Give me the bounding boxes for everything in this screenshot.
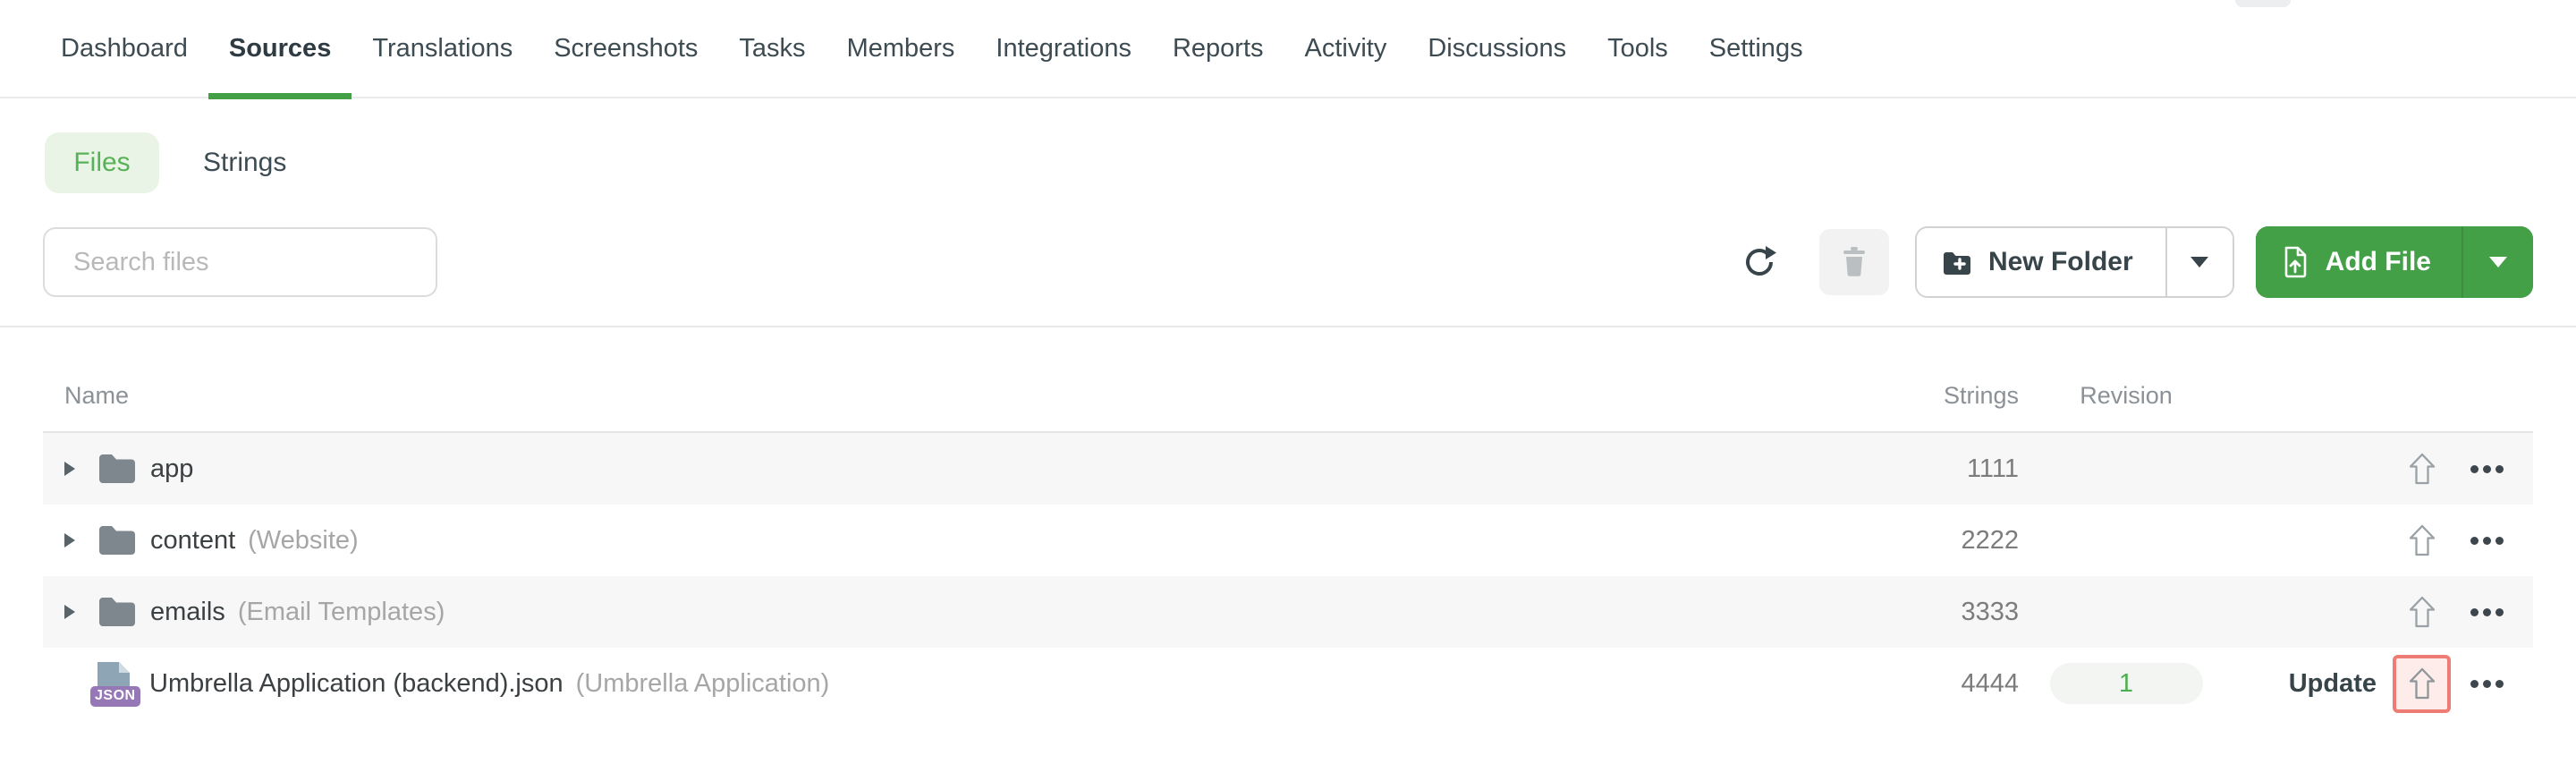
nav-item-dashboard[interactable]: Dashboard <box>61 0 188 98</box>
row-menu-button[interactable] <box>2463 664 2510 703</box>
project-nav: Dashboard Sources Translations Screensho… <box>0 0 2576 99</box>
nav-item-screenshots[interactable]: Screenshots <box>554 0 698 98</box>
row-menu-button[interactable] <box>2463 592 2510 632</box>
strings-count: 3333 <box>1961 597 2019 626</box>
nav-item-tools[interactable]: Tools <box>1607 0 1668 98</box>
upload-icon <box>2409 667 2436 700</box>
upload-icon <box>2409 453 2436 485</box>
table-header-row: Name Strings Revision <box>43 327 2533 433</box>
ellipsis-icon <box>2470 607 2479 616</box>
refresh-button[interactable] <box>1741 242 1780 282</box>
json-badge: JSON <box>90 686 140 707</box>
new-folder-dropdown-button[interactable] <box>2165 228 2233 296</box>
upload-icon <box>2409 596 2436 628</box>
ellipsis-icon <box>2470 536 2479 545</box>
new-folder-label: New Folder <box>1987 247 2133 276</box>
revision-badge: 1 <box>2049 663 2203 704</box>
add-file-button[interactable]: Add File <box>2255 226 2462 298</box>
highlight-box <box>2393 654 2451 713</box>
ellipsis-icon <box>2470 679 2479 688</box>
header-strings: Strings <box>1943 382 2019 409</box>
update-link[interactable]: Update <box>2289 669 2377 699</box>
table-row-folder-app[interactable]: app 1111 <box>43 433 2533 505</box>
nav-item-settings[interactable]: Settings <box>1709 0 1803 98</box>
add-file-dropdown-button[interactable] <box>2462 226 2533 298</box>
trash-icon <box>1841 247 1868 277</box>
table-row-file-umbrella-json[interactable]: JSON Umbrella Application (backend).json… <box>43 648 2533 719</box>
view-switch: Files Strings <box>45 132 2576 193</box>
nav-item-translations[interactable]: Translations <box>372 0 513 98</box>
strings-count: 2222 <box>1961 525 2019 555</box>
upload-translations-button[interactable] <box>2393 440 2451 498</box>
refresh-icon <box>1742 244 1778 280</box>
folder-plus-icon <box>1942 250 1970 275</box>
file-name[interactable]: Umbrella Application (backend).json <box>149 669 564 699</box>
folder-name[interactable]: app <box>150 454 193 484</box>
delete-button[interactable] <box>1818 229 1889 295</box>
header-name: Name <box>64 382 130 409</box>
expand-chevron-right-icon[interactable] <box>64 462 82 476</box>
table-row-folder-emails[interactable]: emails (Email Templates) 3333 <box>43 576 2533 648</box>
upload-icon <box>2409 524 2436 556</box>
tab-files[interactable]: Files <box>45 132 159 193</box>
folder-name[interactable]: emails <box>150 598 225 627</box>
row-menu-button[interactable] <box>2463 449 2510 488</box>
folder-note: (Email Templates) <box>237 597 445 626</box>
new-folder-button[interactable]: New Folder <box>1916 228 2165 296</box>
nav-item-discussions[interactable]: Discussions <box>1428 0 1566 98</box>
add-file-label: Add File <box>2325 247 2431 276</box>
upload-translations-button[interactable] <box>2396 658 2447 709</box>
strings-count: 4444 <box>1961 668 2019 698</box>
caret-down-icon <box>2190 257 2209 267</box>
add-file-split-button: Add File <box>2255 226 2533 298</box>
expand-chevron-right-icon[interactable] <box>64 533 82 548</box>
caret-down-icon <box>2489 257 2507 267</box>
tab-strings[interactable]: Strings <box>203 148 286 178</box>
file-upload-icon <box>2283 246 2308 278</box>
nav-item-activity[interactable]: Activity <box>1305 0 1387 98</box>
upload-translations-button[interactable] <box>2393 583 2451 641</box>
expand-chevron-right-icon[interactable] <box>64 605 82 619</box>
new-folder-split-button: New Folder <box>1914 226 2234 298</box>
folder-name[interactable]: content <box>150 526 235 556</box>
table-row-folder-content[interactable]: content (Website) 2222 <box>43 505 2533 576</box>
file-note: (Umbrella Application) <box>575 668 830 698</box>
nav-item-tasks[interactable]: Tasks <box>739 0 805 98</box>
row-menu-button[interactable] <box>2463 521 2510 560</box>
upload-translations-button[interactable] <box>2393 512 2451 570</box>
json-file-icon: JSON <box>90 662 140 707</box>
folder-icon <box>97 595 138 629</box>
files-toolbar: New Folder Add File <box>43 226 2533 298</box>
strings-count: 1111 <box>1966 454 2019 483</box>
cutoff-element-fragment <box>2235 0 2291 7</box>
nav-item-sources[interactable]: Sources <box>208 0 352 99</box>
nav-item-members[interactable]: Members <box>847 0 955 98</box>
search-input[interactable] <box>43 227 437 297</box>
folder-icon <box>97 523 138 557</box>
folder-icon <box>97 452 138 486</box>
nav-item-reports[interactable]: Reports <box>1173 0 1264 98</box>
toolbar-actions: New Folder Add File <box>1741 226 2533 298</box>
header-revision: Revision <box>2080 382 2173 409</box>
files-table: Name Strings Revision app 1111 content (… <box>43 327 2533 719</box>
nav-item-integrations[interactable]: Integrations <box>996 0 1131 98</box>
ellipsis-icon <box>2470 464 2479 473</box>
folder-note: (Website) <box>248 525 359 555</box>
